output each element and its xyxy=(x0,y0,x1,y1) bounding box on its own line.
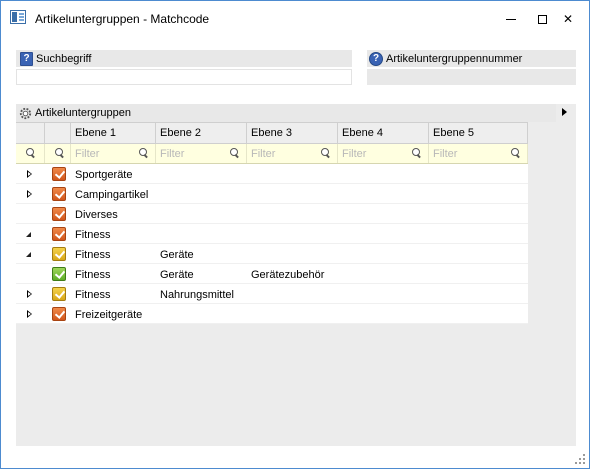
help-question-icon[interactable]: ? xyxy=(20,51,33,66)
collapsed-arrow-icon[interactable] xyxy=(27,170,32,178)
status-check-icon xyxy=(52,187,66,201)
status-check-icon xyxy=(52,307,66,321)
table-row[interactable]: Fitness Geräte xyxy=(16,244,528,264)
table-row[interactable]: Diverses xyxy=(16,204,528,224)
column-header-ebene5[interactable]: Ebene 5 xyxy=(429,123,528,144)
suchbegriff-input[interactable] xyxy=(16,69,352,85)
table-row[interactable]: Fitness Geräte Gerätezubehör xyxy=(16,264,528,284)
collapsed-arrow-icon[interactable] xyxy=(27,310,32,318)
cell-ebene1: Freizeitgeräte xyxy=(75,309,143,321)
filter-search-icon xyxy=(55,148,65,158)
filter-search-icon xyxy=(511,148,521,158)
cell-ebene1: Diverses xyxy=(75,209,118,221)
table-row[interactable]: Fitness xyxy=(16,224,528,244)
cell-ebene3: Gerätezubehör xyxy=(251,269,325,281)
cell-ebene2: Nahrungsmittel xyxy=(160,289,234,301)
cell-ebene1: Fitness xyxy=(75,249,111,261)
maximize-icon xyxy=(537,14,547,24)
status-check-icon xyxy=(52,167,66,181)
table-row[interactable]: Campingartikel xyxy=(16,184,528,204)
expanded-arrow-icon[interactable] xyxy=(26,252,31,257)
cell-ebene2: Geräte xyxy=(160,269,194,281)
cell-ebene1: Fitness xyxy=(75,229,111,241)
filter-search-icon xyxy=(412,148,422,158)
maximize-button[interactable] xyxy=(530,7,554,31)
close-button[interactable]: ✕ xyxy=(556,7,580,31)
grid-header-bar: Artikeluntergruppen xyxy=(16,104,556,122)
cell-ebene1: Sportgeräte xyxy=(75,169,133,181)
status-check-icon xyxy=(52,247,66,261)
nummer-input[interactable] xyxy=(367,69,576,85)
filter-search-icon xyxy=(321,148,331,158)
matchcode-window: Artikeluntergruppen - Matchcode ✕ ? Such… xyxy=(0,0,590,469)
data-grid: Ebene 1 Ebene 2 Ebene 3 Ebene 4 Ebene 5 … xyxy=(16,122,576,446)
minimize-button[interactable] xyxy=(499,7,523,31)
app-window-icon xyxy=(10,10,26,24)
expander-column-header xyxy=(16,123,45,144)
filter-search-icon xyxy=(139,148,149,158)
column-header-ebene4[interactable]: Ebene 4 xyxy=(338,123,429,144)
gear-icon[interactable] xyxy=(18,106,33,121)
filter-search-icon xyxy=(26,148,36,158)
filter-search-icon xyxy=(230,148,240,158)
filter-ebene5[interactable]: Filter xyxy=(429,144,528,163)
table-row[interactable]: Fitness Nahrungsmittel xyxy=(16,284,528,304)
column-header-ebene3[interactable]: Ebene 3 xyxy=(247,123,338,144)
title-bar[interactable]: Artikeluntergruppen - Matchcode ✕ xyxy=(1,1,589,37)
minimize-icon xyxy=(506,18,516,20)
artikeluntergruppen-panel: Artikeluntergruppen Ebene 1 Ebene 2 Eben… xyxy=(16,104,576,446)
status-check-icon xyxy=(52,287,66,301)
filter-status-cell[interactable] xyxy=(45,144,71,163)
column-header-row: Ebene 1 Ebene 2 Ebene 3 Ebene 4 Ebene 5 xyxy=(16,122,528,144)
column-header-ebene2[interactable]: Ebene 2 xyxy=(156,123,247,144)
suchbegriff-label: Suchbegriff xyxy=(36,52,92,65)
close-icon: ✕ xyxy=(562,12,574,26)
filter-ebene3[interactable]: Filter xyxy=(247,144,338,163)
filter-expander-cell[interactable] xyxy=(16,144,45,163)
filter-ebene2[interactable]: Filter xyxy=(156,144,247,163)
filter-ebene4[interactable]: Filter xyxy=(338,144,429,163)
status-check-icon xyxy=(52,227,66,241)
column-header-ebene1[interactable]: Ebene 1 xyxy=(71,123,156,144)
panel-expand-arrow-icon[interactable] xyxy=(562,108,567,116)
status-check-icon xyxy=(52,207,66,221)
collapsed-arrow-icon[interactable] xyxy=(27,190,32,198)
filter-ebene1[interactable]: Filter xyxy=(71,144,156,163)
grid-title: Artikeluntergruppen xyxy=(35,107,132,119)
table-row[interactable]: Sportgeräte xyxy=(16,164,528,184)
collapsed-arrow-icon[interactable] xyxy=(27,290,32,298)
expanded-arrow-icon[interactable] xyxy=(26,232,31,237)
status-column-header xyxy=(45,123,71,144)
nummer-header: ? Artikeluntergruppennummer xyxy=(367,50,576,67)
filter-row: Filter Filter Filter Filter Filter xyxy=(16,144,528,164)
cell-ebene1: Fitness xyxy=(75,289,111,301)
table-row[interactable]: Freizeitgeräte xyxy=(16,304,528,324)
cell-ebene1: Campingartikel xyxy=(75,189,149,201)
suchbegriff-header: ? Suchbegriff xyxy=(16,50,352,67)
cell-ebene2: Geräte xyxy=(160,249,194,261)
status-check-icon xyxy=(52,267,66,281)
cell-ebene1: Fitness xyxy=(75,269,111,281)
nummer-label: Artikeluntergruppennummer xyxy=(386,52,523,65)
resize-grip-icon[interactable] xyxy=(573,452,585,464)
help-circle-icon[interactable]: ? xyxy=(369,51,383,66)
window-title: Artikeluntergruppen - Matchcode xyxy=(35,12,210,26)
